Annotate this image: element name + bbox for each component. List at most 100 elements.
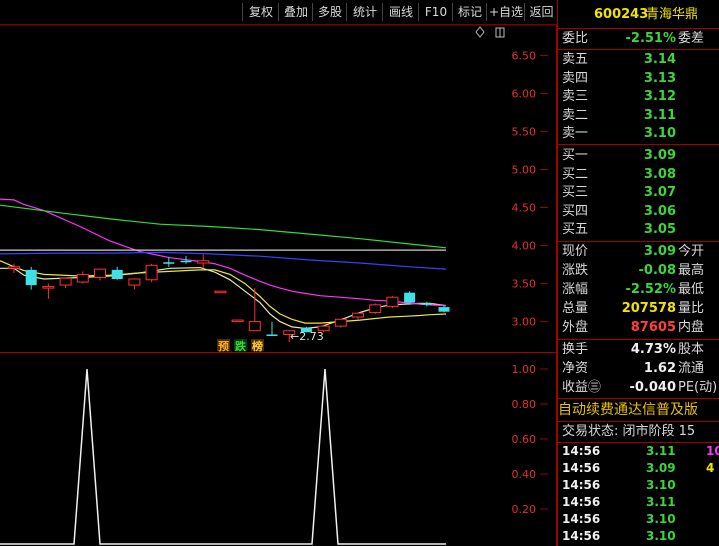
- stat-label2: PE(动): [678, 380, 718, 395]
- stat-row-change: 涨跌 -0.08 最高: [558, 262, 719, 280]
- price-tick-label: 6.50: [512, 49, 537, 62]
- promo-link[interactable]: 自动续费通达信普及版: [558, 401, 719, 419]
- bid-row[interactable]: 买三 3.07: [558, 184, 719, 202]
- candle-body: [25, 269, 37, 286]
- stat-label: 净资: [562, 361, 589, 376]
- candle-body: [163, 262, 175, 264]
- stat-value: 3.09: [643, 244, 676, 259]
- indicator-tick-label: 1.00: [512, 363, 537, 376]
- stat-label: 收益㊂: [562, 380, 602, 395]
- tick-row[interactable]: 14:56 3.11: [558, 494, 719, 511]
- bid-label: 买二: [562, 166, 589, 182]
- stat-label: 现价: [562, 244, 589, 259]
- stat-label: 涨幅: [562, 282, 589, 297]
- bid-price: 3.06: [643, 203, 676, 219]
- draw-line-button[interactable]: 画线: [382, 3, 419, 21]
- kline-chart-area[interactable]: 6.50 6.00 5.50 5.00 4.50 4.00 3.50 3.00 ←2.73 预…: [0, 25, 557, 546]
- window-icon[interactable]: [495, 27, 505, 38]
- stat-row-earnings: 收益㊂ -0.040 PE(动): [558, 379, 719, 397]
- bid-price: 3.08: [643, 166, 676, 182]
- candle-body: [8, 266, 20, 269]
- indicator-axis: 1.00 0.80 0.60 0.40 0.20: [512, 363, 548, 516]
- bid-label: 买五: [562, 222, 589, 237]
- ask-row[interactable]: 卖五 3.14: [558, 51, 719, 69]
- restore-rights-button[interactable]: 复权: [242, 3, 279, 21]
- ask-row[interactable]: 卖三 3.12: [558, 88, 719, 106]
- bid-label: 买四: [562, 203, 589, 219]
- tick-row[interactable]: 14:56 3.10: [558, 528, 719, 545]
- signal-line: [0, 368, 446, 545]
- trade-state: 交易状态: 闭市阶段 15: [562, 424, 696, 439]
- tick-row[interactable]: 14:56 3.11 10: [558, 443, 719, 460]
- candle-body: [438, 307, 450, 312]
- back-button[interactable]: 返回: [524, 3, 558, 21]
- indicator-tick-label: 0.20: [512, 503, 537, 516]
- candle-body: [421, 303, 433, 305]
- tick-row[interactable]: 14:56 3.09 4: [558, 460, 719, 477]
- bid-row[interactable]: 买一 3.09: [558, 147, 719, 165]
- price-tick-label: 3.00: [512, 316, 537, 329]
- bid-label: 买一: [562, 148, 589, 163]
- stat-value: 87605: [630, 320, 676, 335]
- f10-button[interactable]: F10: [418, 3, 453, 21]
- candle-body: [248, 321, 261, 332]
- ask-row[interactable]: 卖一 3.10: [558, 125, 719, 143]
- diamond-icon[interactable]: [475, 26, 485, 38]
- stat-label2: 股本: [678, 342, 705, 357]
- stat-row-netasset: 净资 1.62 流通: [558, 360, 719, 378]
- price-tick-label: 6.00: [512, 87, 537, 100]
- stat-label: 外盘: [562, 320, 589, 335]
- multi-stock-button[interactable]: 多股: [312, 3, 347, 21]
- badge-list: 榜: [252, 339, 263, 353]
- price-tick-label: 4.50: [512, 202, 537, 215]
- stat-row-pct: 涨幅 -2.52% 最低: [558, 281, 719, 299]
- weibi-row: 委比 -2.51% 委差: [558, 30, 719, 48]
- tick-row[interactable]: 14:56 3.10: [558, 511, 719, 528]
- stat-label: 总量: [562, 301, 589, 316]
- indicator-line: [0, 368, 446, 545]
- chart-toolbar: 复权 叠加 多股 统计 画线 F10 标记 +自选 返回: [0, 0, 557, 25]
- ask-label: 卖五: [562, 52, 589, 67]
- bid-row[interactable]: 买五 3.05: [558, 221, 719, 239]
- low-price-annotation: ←2.73: [290, 330, 324, 343]
- tick-time: 14:56: [562, 461, 601, 475]
- quote-panel: 600243 青海华鼎 委比 -2.51% 委差 卖五 3.14 卖四 3.13 卖…: [557, 0, 719, 546]
- stat-value: 1.62: [643, 361, 676, 376]
- candle-body: [231, 319, 244, 323]
- ask-label: 卖二: [562, 107, 589, 123]
- candle-body: [197, 260, 210, 264]
- tick-price: 3.10: [646, 512, 676, 526]
- add-watchlist-button[interactable]: +自选: [486, 3, 525, 21]
- ask-price: 3.12: [643, 89, 676, 104]
- candle-body: [180, 260, 192, 263]
- ask-price: 3.14: [643, 52, 676, 67]
- candle-body: [59, 277, 72, 286]
- ask-row[interactable]: 卖四 3.13: [558, 70, 719, 88]
- indicator-tick-label: 0.60: [512, 433, 537, 446]
- candle-body: [404, 292, 416, 303]
- stock-name: 青海华鼎: [646, 7, 699, 22]
- ask-row[interactable]: 卖二 3.11: [558, 107, 719, 125]
- tick-price: 3.09: [646, 461, 676, 475]
- statistics-button[interactable]: 统计: [346, 3, 383, 21]
- forecast-badges: 预 跌 榜: [217, 339, 264, 353]
- stat-label: 换手: [562, 342, 589, 357]
- bid-price: 3.05: [643, 222, 676, 237]
- mark-button[interactable]: 标记: [452, 3, 487, 21]
- price-tick-label: 5.50: [512, 125, 537, 138]
- bid-label: 买三: [562, 185, 589, 200]
- tick-time: 14:56: [562, 495, 601, 509]
- bid-price: 3.09: [643, 148, 676, 163]
- candle-body: [111, 269, 123, 279]
- tick-time: 14:56: [562, 444, 601, 458]
- candle-body: [266, 334, 278, 337]
- bid-row[interactable]: 买四 3.06: [558, 203, 719, 221]
- indicator-tick-label: 0.40: [512, 468, 537, 481]
- stat-row-volume: 总量 207578 量比: [558, 300, 719, 318]
- price-axis: 6.50 6.00 5.50 5.00 4.50 4.00 3.50 3.00: [512, 49, 548, 329]
- tick-time: 14:56: [562, 529, 601, 543]
- tick-time: 14:56: [562, 478, 601, 492]
- overlay-button[interactable]: 叠加: [278, 3, 313, 21]
- bid-row[interactable]: 买二 3.08: [558, 166, 719, 184]
- tick-row[interactable]: 14:56 3.10: [558, 477, 719, 494]
